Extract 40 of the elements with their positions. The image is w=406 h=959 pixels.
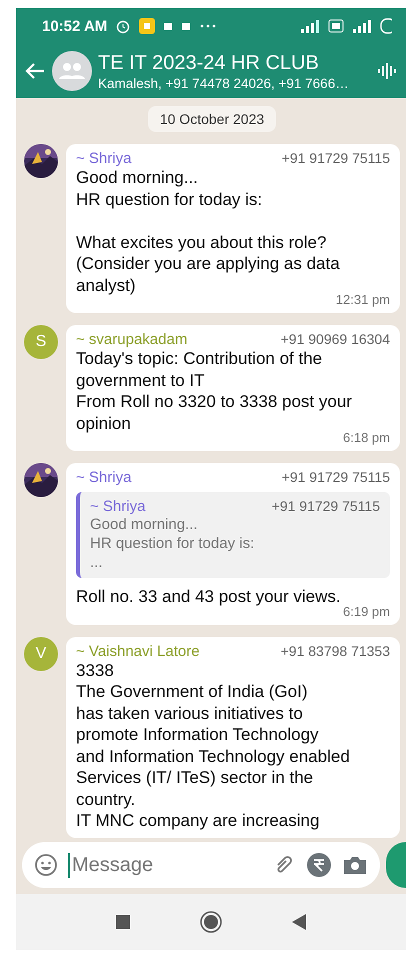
chat-title[interactable]: TE IT 2023-24 HR CLUB bbox=[98, 50, 370, 74]
message-text: Roll no. 33 and 43 post your views. bbox=[76, 586, 342, 608]
quoted-sender: ~ Shriya bbox=[90, 498, 146, 515]
sender-name[interactable]: ~ svarupakadam bbox=[76, 331, 188, 348]
message-text: Good morning... HR question for today is: What excites you about this role? (Consider you are applying as data analyst) bbox=[76, 167, 341, 294]
sender-phone: +91 91729 75115 bbox=[282, 469, 390, 485]
sender-phone: +91 91729 75115 bbox=[282, 150, 390, 166]
status-time: 10:52 AM bbox=[42, 18, 108, 34]
chat-members[interactable]: Kamalesh, +91 74478 24026, +91 7666… bbox=[98, 74, 370, 92]
message-time: 6:18 pm bbox=[343, 430, 390, 445]
message-text: Today's topic: Contribution of the government to IT From Roll no 3320 to 3338 post your opinion bbox=[76, 348, 353, 432]
message-time: 12:31 pm bbox=[336, 292, 390, 307]
sender-phone: +91 83798 71353 bbox=[280, 642, 390, 658]
notification-icon bbox=[163, 21, 174, 31]
quoted-message[interactable]: ~ Shriya +91 91729 75115 Good morning... HR question for today is: ... bbox=[76, 492, 390, 578]
sender-phone: +91 90969 16304 bbox=[280, 331, 390, 347]
sender-name[interactable]: ~ Vaishnavi Latore bbox=[76, 642, 200, 660]
signal-icon bbox=[352, 19, 372, 33]
more-icon bbox=[199, 23, 218, 29]
avatar[interactable]: V bbox=[24, 636, 58, 670]
back-nav-button[interactable] bbox=[292, 914, 306, 930]
avatar[interactable]: S bbox=[24, 325, 58, 359]
notification-icon bbox=[181, 21, 192, 31]
rupee-icon[interactable] bbox=[306, 852, 332, 878]
message-time: 6:19 pm bbox=[343, 604, 390, 618]
quoted-text: Good morning... HR question for today is: ... bbox=[90, 515, 256, 572]
audio-call-button[interactable] bbox=[376, 60, 398, 82]
emoji-icon[interactable] bbox=[34, 853, 58, 877]
voice-button[interactable] bbox=[386, 842, 406, 888]
message-text: 3338 The Government of India (GoI) has taken various initiatives to promote Information Technology and Information Technology enabled Services (IT/ ITeS) sector in the country. IT MNC company are increasing bbox=[76, 660, 351, 832]
sender-name[interactable]: ~ Shriya bbox=[76, 469, 132, 486]
signal-icon bbox=[300, 19, 320, 33]
date-chip: 10 October 2023 bbox=[148, 106, 276, 132]
group-avatar-icon[interactable] bbox=[52, 51, 92, 91]
app-icon bbox=[139, 18, 156, 34]
alarm-icon bbox=[115, 18, 132, 34]
quoted-phone: +91 91729 75115 bbox=[272, 498, 380, 514]
message-box[interactable]: Message bbox=[22, 842, 380, 888]
home-button[interactable] bbox=[200, 911, 222, 933]
sender-name[interactable]: ~ Shriya bbox=[76, 150, 132, 167]
